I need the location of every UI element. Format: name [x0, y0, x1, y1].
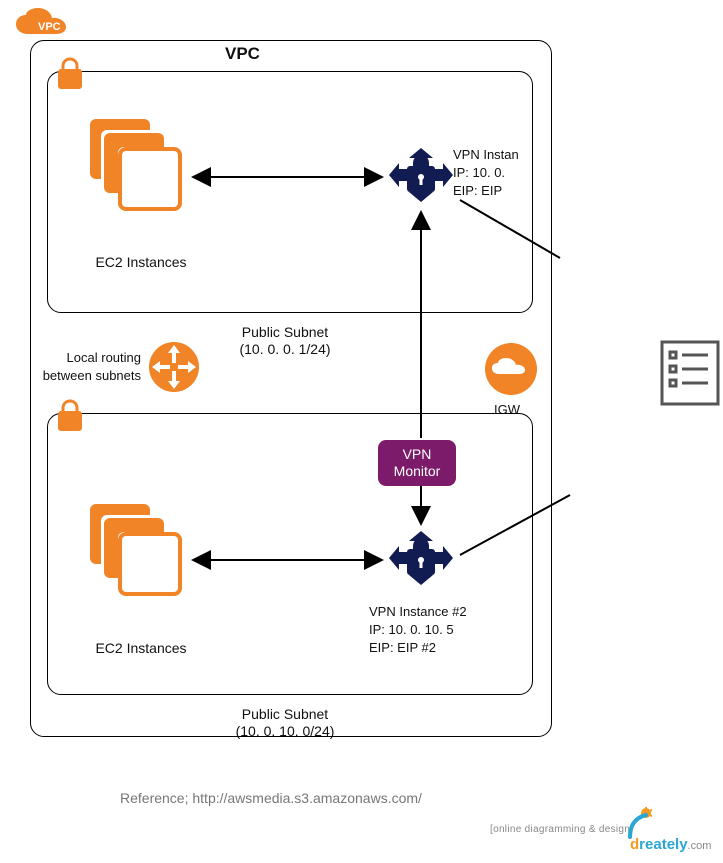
brand-rest: reately	[639, 836, 687, 853]
brand-com: .com	[688, 840, 712, 852]
footer-tagline: [online diagramming & design]	[490, 824, 633, 835]
ec2-instances-icon	[86, 115, 186, 220]
subnet2-label: Public Subnet	[200, 706, 370, 722]
vpn2-eip: EIP: EIP #2	[369, 640, 436, 655]
vpn-gateway-icon-1	[381, 142, 461, 217]
routing-label-1: Local routing	[41, 350, 141, 365]
subnet1-cidr: (10. 0. 0. 1/24)	[200, 341, 370, 357]
routing-label-2: between subnets	[33, 368, 141, 383]
subnet2-cidr: (10. 0. 10. 0/24)	[200, 723, 370, 739]
vpn2-ip: IP: 10. 0. 10. 5	[369, 622, 454, 637]
vpn-monitor-line2: Monitor	[394, 463, 441, 479]
vpn1-ip: IP: 10. 0.	[453, 165, 505, 180]
vpc-badge-text: VPC	[38, 21, 61, 33]
lock-icon	[53, 56, 87, 97]
vpc-cloud-icon: VPC	[10, 8, 90, 58]
router-icon	[146, 339, 202, 400]
ec2-label-2: EC2 Instances	[86, 640, 196, 656]
vpn-gateway-icon-2	[381, 525, 461, 600]
reference-text: Reference; http://awsmedia.s3.amazonaws.…	[120, 790, 422, 806]
igw-icon	[482, 341, 546, 402]
vpn1-eip: EIP: EIP	[453, 183, 502, 198]
vpc-title: VPC	[225, 44, 260, 64]
creately-logo-text: dreately.com	[630, 836, 711, 853]
vpn2-name: VPN Instance #2	[369, 604, 467, 619]
checklist-icon	[660, 340, 720, 411]
brand-d: d	[630, 836, 639, 853]
ec2-instances-icon	[86, 500, 186, 605]
vpn-monitor-line1: VPN	[403, 446, 432, 462]
diagram-canvas: VPC VPC EC2 Instances	[0, 0, 723, 863]
ec2-label-1: EC2 Instances	[86, 254, 196, 270]
vpn1-name: VPN Instan	[453, 147, 519, 162]
lock-icon	[53, 398, 87, 439]
subnet1-label: Public Subnet	[200, 324, 370, 340]
vpn-monitor-box: VPN Monitor	[378, 440, 456, 486]
